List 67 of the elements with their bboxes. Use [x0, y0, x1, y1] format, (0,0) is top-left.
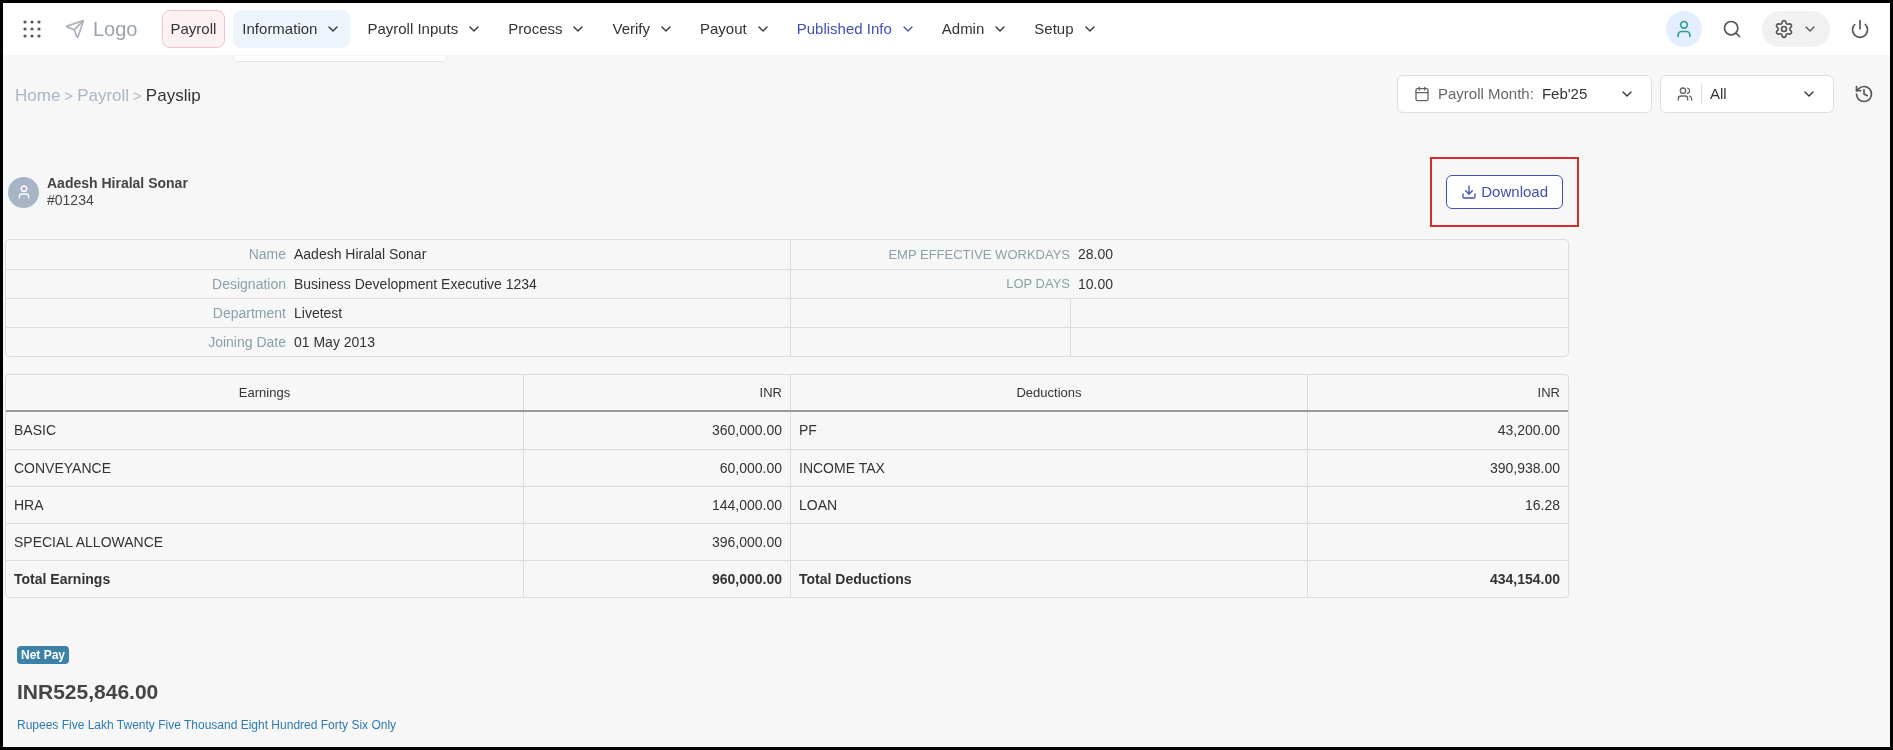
detail-label: Joining Date [207, 332, 286, 352]
table-cell-text: BASIC [13, 421, 57, 440]
nav-menu-item[interactable]: Process [499, 10, 596, 48]
detail-label: Department [211, 303, 286, 323]
history-icon[interactable] [1854, 84, 1874, 104]
table-cell-text: HRA [13, 495, 45, 515]
column-header: Earnings [237, 383, 292, 402]
power-icon[interactable] [1850, 19, 1870, 39]
column-header: INR [523, 375, 790, 410]
employee-group-dropdown[interactable]: All [1660, 75, 1834, 113]
table-cell: INCOME TAX [790, 450, 1307, 486]
avatar-placeholder [8, 176, 39, 208]
nav-menu-item[interactable]: Payroll Inputs [358, 10, 492, 48]
table-cell-text: CONVEYANCE [13, 458, 112, 478]
logo-text: Logo [93, 17, 138, 42]
table-cell: 360,000.00 [523, 412, 790, 449]
detail-label: EMP EFFECTIVE WORKDAYS [790, 240, 1070, 269]
breadcrumb-separator: > [133, 85, 142, 106]
net-pay-amount: INR525,846.00 [17, 679, 159, 705]
detail-value: 10.00 [1077, 274, 1115, 294]
table-cell: 144,000.00 [523, 487, 790, 523]
detail-value: Business Development Executive 1234 [293, 274, 538, 294]
app-grid-icon [23, 20, 41, 38]
table-cell: 16.28 [1307, 487, 1568, 523]
table-cell-text: SPECIAL ALLOWANCE [13, 532, 165, 552]
total-cell-text: Total Earnings [13, 569, 112, 589]
total-cell: Total Deductions [790, 561, 1307, 597]
table-cell: 396,000.00 [523, 524, 790, 560]
settings-menu-button[interactable] [1762, 11, 1830, 47]
column-header: Deductions [790, 375, 1307, 410]
settings-icon [1774, 19, 1794, 39]
logo-icon [65, 19, 85, 39]
table-cell: 43,200.00 [1307, 412, 1568, 449]
download-button[interactable]: Download [1446, 175, 1563, 209]
detail-value: 01 May 2013 [293, 332, 376, 352]
nav-menu-item[interactable]: Admin [932, 10, 1018, 48]
nav-menu-item[interactable]: Published Info [787, 10, 925, 48]
search-icon[interactable] [1722, 19, 1742, 39]
column-header: INR [1307, 375, 1568, 410]
nav-menu-item[interactable]: Information [233, 10, 351, 48]
detail-value: 28.00 [1077, 245, 1115, 264]
amount-in-words: Rupees Five Lakh Twenty Five Thousand Eight Hundred Forty Six Only [17, 716, 397, 734]
download-icon [1461, 184, 1478, 200]
nav-menu-item[interactable]: Verify [603, 10, 683, 48]
detail-value: Livetest [293, 303, 344, 323]
detail-value: Aadesh Hiralal Sonar [293, 245, 428, 264]
net-pay-badge: Net Pay [17, 646, 70, 664]
table-cell: PF [790, 412, 1307, 449]
detail-label: LOP DAYS [790, 270, 1070, 298]
payroll-month-dropdown[interactable]: Payroll Month: Feb'25 [1397, 75, 1652, 113]
users-icon [1677, 86, 1693, 102]
nav-menu-item[interactable]: Payout [691, 10, 780, 48]
detail-label: Designation [211, 274, 286, 294]
detail-label: Name [247, 245, 286, 264]
breadcrumb-separator: > [64, 85, 74, 106]
table-cell: LOAN [790, 487, 1307, 523]
breadcrumb-current: Payslip [145, 85, 201, 107]
table-cell: 390,938.00 [1307, 450, 1568, 486]
nav-menu-item[interactable]: Payroll [161, 10, 226, 48]
user-avatar[interactable] [1666, 11, 1702, 47]
employee-id: #01234 [47, 192, 95, 210]
calendar-icon [1414, 86, 1430, 102]
nav-menu-item[interactable]: Setup [1025, 10, 1107, 48]
table-cell: 60,000.00 [523, 450, 790, 486]
total-cell: 434,154.00 [1307, 561, 1568, 597]
employee-name: Aadesh Hiralal Sonar [47, 174, 188, 192]
total-cell: 960,000.00 [523, 561, 790, 597]
